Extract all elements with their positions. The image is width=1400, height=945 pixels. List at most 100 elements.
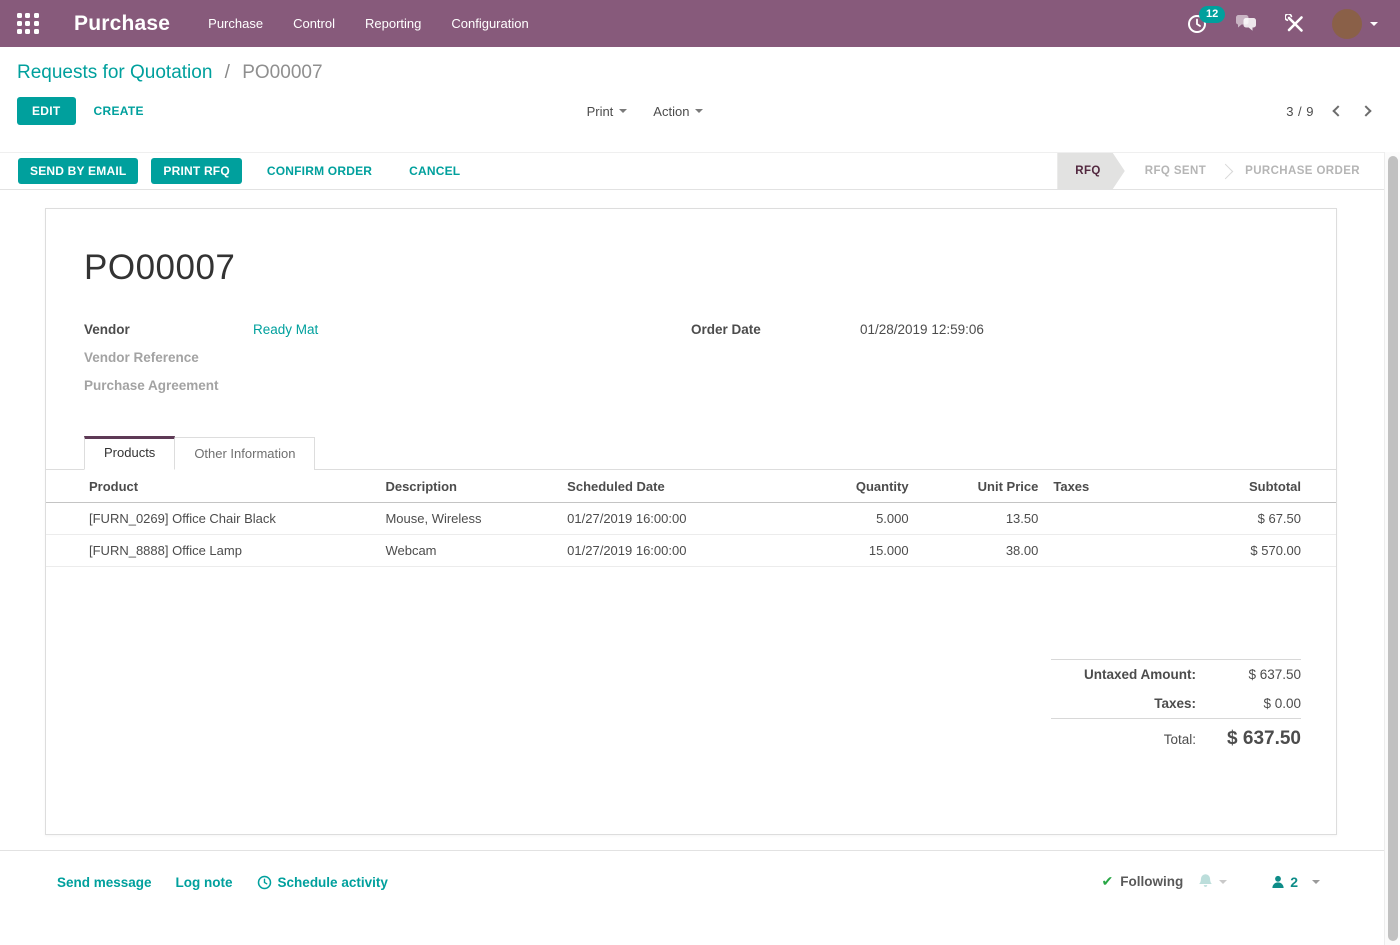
notebook-tabs: Products Other Information [46, 436, 1336, 470]
col-product: Product [46, 470, 385, 503]
cancel-button[interactable]: CANCEL [397, 158, 472, 184]
breadcrumb: Requests for Quotation / PO00007 [17, 60, 1370, 86]
cell-taxes [1038, 535, 1128, 567]
print-dropdown[interactable]: Print [587, 104, 628, 119]
scrollbar-thumb[interactable] [1388, 156, 1398, 941]
app-title: Purchase [74, 12, 170, 36]
followers-count: 2 [1290, 874, 1298, 890]
cell-scheduled-date: 01/27/2019 16:00:00 [567, 535, 769, 567]
taxes-label: Taxes: [1154, 696, 1196, 711]
action-dropdown[interactable]: Action [653, 104, 703, 119]
send-message-button[interactable]: Send message [57, 875, 152, 890]
messages-icon[interactable] [1234, 14, 1258, 34]
breadcrumb-separator: / [225, 62, 230, 83]
activity-count-badge: 12 [1199, 6, 1225, 23]
pager-previous-icon[interactable] [1332, 105, 1343, 116]
schedule-activity-label: Schedule activity [278, 875, 388, 890]
pager-value[interactable]: 3 / 9 [1286, 104, 1314, 119]
cell-description: Webcam [385, 535, 567, 567]
followers-caret-icon [1312, 880, 1320, 884]
subscription-bell-dropdown[interactable] [1197, 873, 1227, 890]
cell-product: [FURN_8888] Office Lamp [46, 535, 385, 567]
untaxed-amount-value: $ 637.50 [1196, 667, 1301, 682]
cell-unit-price: 13.50 [909, 503, 1039, 535]
col-quantity: Quantity [769, 470, 909, 503]
status-pipeline: RFQ RFQ SENT PURCHASE ORDER [1057, 153, 1380, 189]
form-sheet: PO00007 Vendor Ready Mat Vendor Referenc… [45, 208, 1337, 835]
tab-products[interactable]: Products [84, 436, 175, 470]
col-description: Description [385, 470, 567, 503]
chatter: Send message Log note Schedule activity … [0, 850, 1400, 945]
table-header-row: Product Description Scheduled Date Quant… [46, 470, 1336, 503]
cell-scheduled-date: 01/27/2019 16:00:00 [567, 503, 769, 535]
menu-purchase[interactable]: Purchase [208, 16, 263, 31]
odoo-app-window: Purchase Purchase Control Reporting Conf… [0, 0, 1400, 945]
apps-menu-icon[interactable] [16, 12, 40, 36]
support-tools-icon[interactable] [1285, 14, 1305, 34]
stage-rfq[interactable]: RFQ [1057, 153, 1124, 189]
schedule-activity-button[interactable]: Schedule activity [257, 875, 388, 890]
menu-reporting[interactable]: Reporting [365, 16, 421, 31]
main-menu: Purchase Control Reporting Configuration [208, 16, 529, 31]
print-caret-icon [619, 109, 627, 113]
action-caret-icon [695, 109, 703, 113]
breadcrumb-parent-link[interactable]: Requests for Quotation [17, 62, 212, 83]
top-navbar: Purchase Purchase Control Reporting Conf… [0, 0, 1400, 47]
col-scheduled-date: Scheduled Date [567, 470, 769, 503]
vertical-scrollbar [1384, 152, 1400, 945]
cell-unit-price: 38.00 [909, 535, 1039, 567]
cell-description: Mouse, Wireless [385, 503, 567, 535]
check-icon: ✔ [1101, 873, 1113, 890]
order-date-value: 01/28/2019 12:59:06 [860, 322, 984, 337]
bell-icon [1197, 873, 1214, 890]
record-title: PO00007 [84, 248, 1336, 288]
follower-person-icon [1271, 875, 1285, 889]
untaxed-amount-label: Untaxed Amount: [1084, 667, 1196, 682]
vendor-value-link[interactable]: Ready Mat [253, 322, 318, 337]
send-by-email-button[interactable]: SEND BY EMAIL [18, 158, 138, 184]
form-view: PO00007 Vendor Ready Mat Vendor Referenc… [0, 190, 1400, 850]
followers-dropdown[interactable]: 2 [1271, 874, 1320, 890]
user-menu[interactable] [1332, 9, 1378, 39]
vendor-reference-label: Vendor Reference [84, 350, 253, 365]
col-unit-price: Unit Price [909, 470, 1039, 503]
menu-configuration[interactable]: Configuration [451, 16, 528, 31]
field-group: Vendor Ready Mat Vendor Reference Purcha… [46, 315, 1336, 399]
log-note-button[interactable]: Log note [176, 875, 233, 890]
user-avatar[interactable] [1332, 9, 1362, 39]
cell-quantity: 15.000 [769, 535, 909, 567]
stage-purchase-order[interactable]: PURCHASE ORDER [1225, 153, 1380, 189]
control-panel: Requests for Quotation / PO00007 EDIT CR… [0, 47, 1400, 152]
statusbar: SEND BY EMAIL PRINT RFQ CONFIRM ORDER CA… [0, 152, 1400, 190]
cell-taxes [1038, 503, 1128, 535]
following-toggle[interactable]: ✔ Following [1101, 873, 1183, 890]
cell-subtotal: $ 67.50 [1128, 503, 1336, 535]
cell-product: [FURN_0269] Office Chair Black [46, 503, 385, 535]
order-date-label: Order Date [691, 322, 860, 337]
order-totals: Untaxed Amount: $ 637.50 Taxes: $ 0.00 T… [1051, 659, 1301, 757]
activities-clock-icon[interactable]: 12 [1187, 14, 1207, 34]
chat-bubbles-icon [1234, 14, 1258, 34]
bell-caret-icon [1219, 880, 1227, 884]
edit-button[interactable]: EDIT [17, 97, 76, 125]
table-row[interactable]: [FURN_0269] Office Chair Black Mouse, Wi… [46, 503, 1336, 535]
action-dropdown-label: Action [653, 104, 689, 119]
vendor-label: Vendor [84, 322, 253, 337]
tab-other-information[interactable]: Other Information [175, 437, 315, 470]
table-row[interactable]: [FURN_8888] Office Lamp Webcam 01/27/201… [46, 535, 1336, 567]
print-rfq-button[interactable]: PRINT RFQ [151, 158, 241, 184]
user-menu-caret-icon [1370, 22, 1378, 26]
col-subtotal: Subtotal [1128, 470, 1336, 503]
following-label: Following [1120, 874, 1183, 889]
print-dropdown-label: Print [587, 104, 614, 119]
taxes-value: $ 0.00 [1196, 696, 1301, 711]
purchase-agreement-label: Purchase Agreement [84, 378, 253, 393]
breadcrumb-current: PO00007 [242, 62, 322, 83]
menu-control[interactable]: Control [293, 16, 335, 31]
confirm-order-button[interactable]: CONFIRM ORDER [255, 158, 384, 184]
stage-rfq-sent[interactable]: RFQ SENT [1125, 153, 1226, 189]
pager-next-icon[interactable] [1360, 105, 1371, 116]
schedule-clock-icon [257, 875, 272, 890]
total-value: $ 637.50 [1196, 728, 1301, 750]
order-lines-table: Product Description Scheduled Date Quant… [46, 470, 1336, 567]
